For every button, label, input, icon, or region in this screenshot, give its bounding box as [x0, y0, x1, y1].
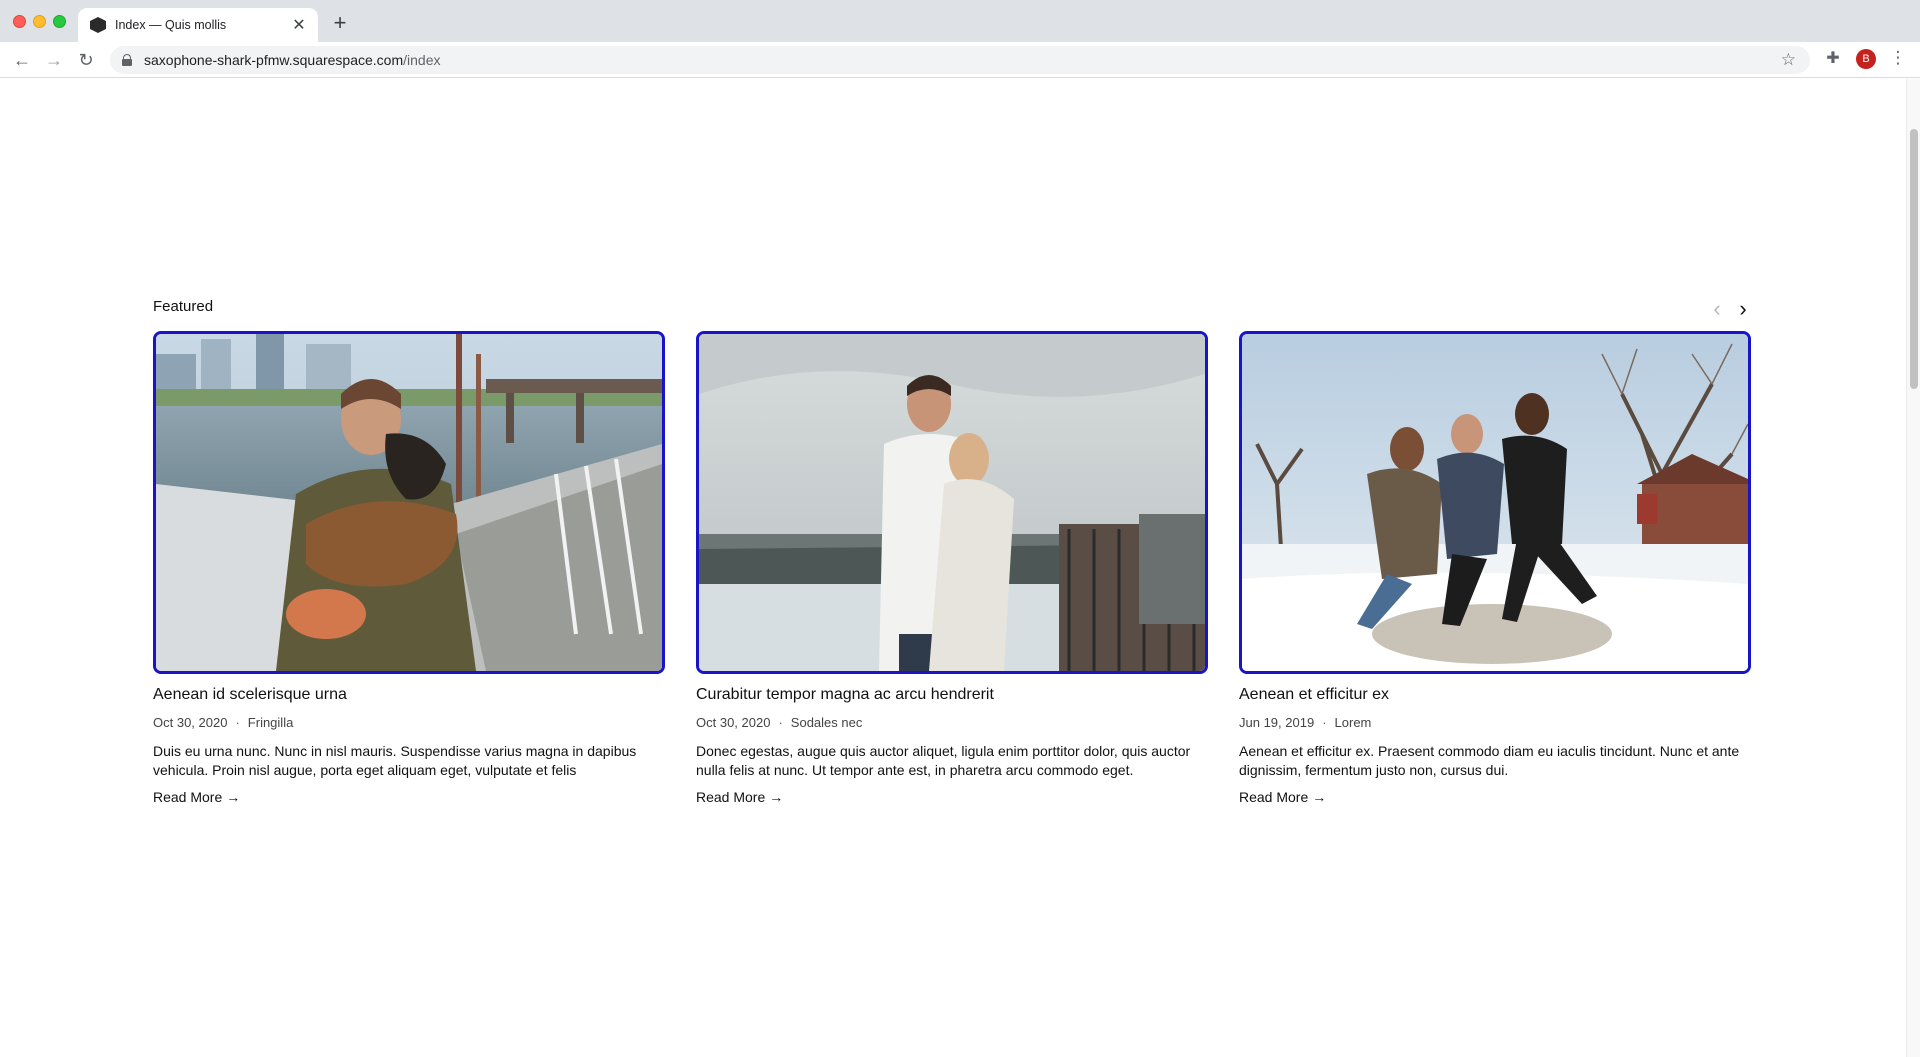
browser-menu-kebab-icon[interactable]: ⋮	[1888, 48, 1908, 68]
page-scrollbar-thumb[interactable]	[1910, 129, 1918, 389]
card-category[interactable]: Lorem	[1335, 714, 1372, 732]
card-title[interactable]: Aenean et efficitur ex	[1239, 685, 1751, 705]
read-more-label: Read More	[153, 789, 223, 805]
card-title[interactable]: Curabitur tempor magna ac arcu hendrerit	[696, 685, 1208, 705]
new-tab-plus-icon[interactable]: +	[328, 10, 352, 35]
meta-separator-dot: ·	[235, 715, 240, 730]
browser-tab-active[interactable]: Index — Quis mollis ✕	[78, 8, 318, 42]
url-host: saxophone-shark-pfmw.squarespace.com	[144, 52, 404, 68]
profile-avatar[interactable]: B	[1856, 49, 1876, 69]
window-minimize-button[interactable]	[33, 15, 46, 28]
site-favicon-icon	[90, 17, 106, 33]
blog-card: Aenean et efficitur ex Jun 19, 2019 · Lo…	[1239, 331, 1751, 807]
carousel-next-chevron-icon[interactable]: ›	[1732, 296, 1754, 321]
lock-icon	[122, 54, 132, 66]
meta-separator-dot: ·	[1322, 715, 1327, 730]
section-title-featured: Featured	[153, 298, 214, 315]
meta-separator-dot: ·	[778, 715, 783, 730]
friends-jumping-snow-photo	[1242, 334, 1748, 671]
card-title[interactable]: Aenean id scelerisque urna	[153, 685, 665, 705]
tab-title: Index — Quis mollis	[115, 18, 227, 32]
arrow-right-icon: →	[769, 789, 784, 805]
blog-card: Curabitur tempor magna ac arcu hendrerit…	[696, 331, 1208, 807]
card-category[interactable]: Sodales nec	[791, 714, 863, 732]
read-more-link[interactable]: Read More →	[153, 789, 240, 805]
read-more-label: Read More	[1239, 789, 1309, 805]
read-more-link[interactable]: Read More →	[1239, 789, 1326, 805]
browser-toolbar: ← → ↻ saxophone-shark-pfmw.squarespace.c…	[0, 42, 1920, 78]
carousel-prev-chevron-icon[interactable]: ‹	[1706, 296, 1728, 321]
card-image-friends-jumping[interactable]	[1239, 331, 1751, 674]
tab-close-icon[interactable]: ✕	[290, 16, 308, 34]
browser-tab-strip: Index — Quis mollis ✕ +	[0, 0, 1920, 42]
page-scrollbar-track[interactable]	[1906, 79, 1920, 1057]
card-meta: Oct 30, 2020 · Fringilla	[153, 714, 665, 732]
blog-card: Aenean id scelerisque urna Oct 30, 2020 …	[153, 331, 665, 807]
window-maximize-button[interactable]	[53, 15, 66, 28]
card-meta: Oct 30, 2020 · Sodales nec	[696, 714, 1208, 732]
arrow-right-icon: →	[226, 789, 241, 805]
card-date: Oct 30, 2020	[696, 715, 771, 730]
couple-hugging-photo	[699, 334, 1205, 671]
card-meta: Jun 19, 2019 · Lorem	[1239, 714, 1751, 732]
extensions-puzzle-icon[interactable]: ✚	[1823, 48, 1843, 68]
card-excerpt: Aenean et efficitur ex. Praesent commodo…	[1239, 743, 1740, 778]
card-category[interactable]: Fringilla	[248, 714, 294, 732]
card-date: Jun 19, 2019	[1239, 715, 1315, 730]
forward-arrow-icon[interactable]: →	[42, 48, 66, 72]
reload-icon[interactable]: ↻	[74, 48, 98, 72]
window-close-button[interactable]	[13, 15, 26, 28]
bookmark-star-icon[interactable]: ☆	[1781, 50, 1796, 70]
read-more-label: Read More	[696, 789, 766, 805]
card-excerpt: Donec egestas, augue quis auctor aliquet…	[696, 743, 1191, 778]
read-more-link[interactable]: Read More →	[696, 789, 783, 805]
man-with-dog-photo	[156, 334, 662, 671]
back-arrow-icon[interactable]: ←	[10, 48, 34, 72]
arrow-right-icon: →	[1312, 789, 1327, 805]
url-path: /index	[403, 52, 441, 68]
card-image-man-with-dog[interactable]	[153, 331, 665, 674]
card-image-couple[interactable]	[696, 331, 1208, 674]
card-date: Oct 30, 2020	[153, 715, 228, 730]
card-excerpt: Duis eu urna nunc. Nunc in nisl mauris. …	[153, 743, 637, 778]
address-bar[interactable]: saxophone-shark-pfmw.squarespace.com/ind…	[110, 46, 1810, 74]
